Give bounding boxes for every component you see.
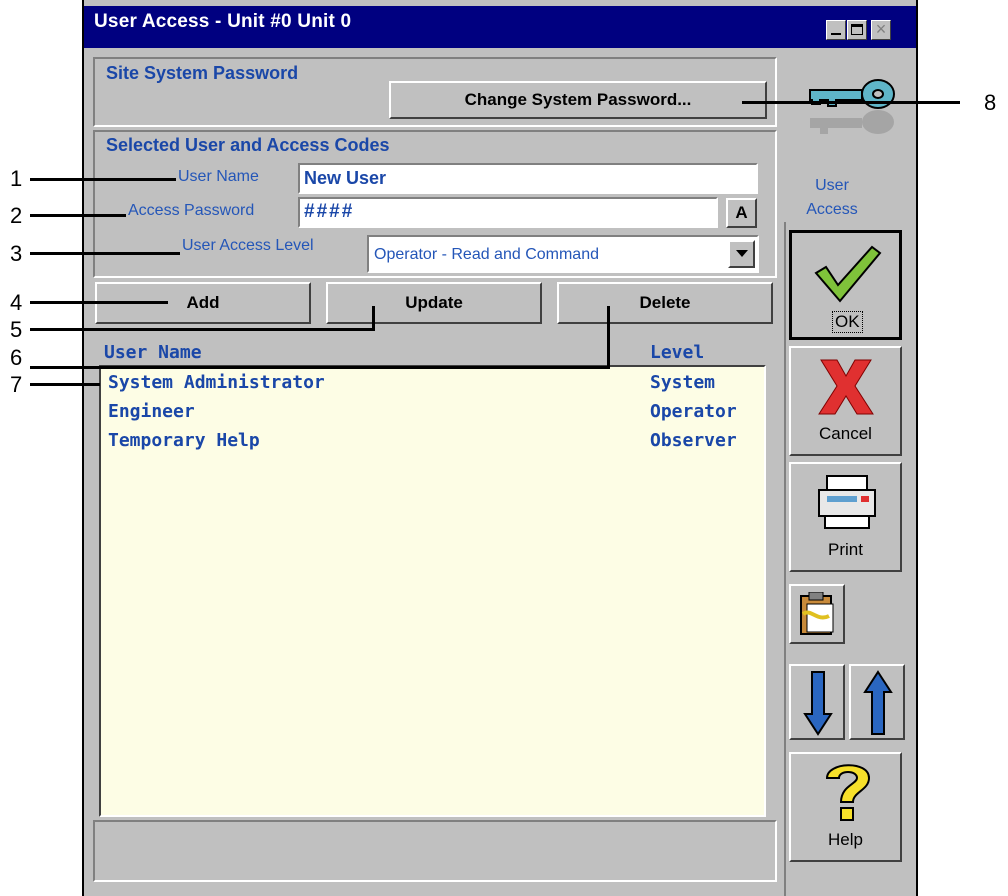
column-header-level: Level xyxy=(650,342,705,363)
password-keyboard-button[interactable]: A xyxy=(726,198,757,228)
arrow-up-icon xyxy=(863,670,893,735)
list-item-name[interactable]: Engineer xyxy=(108,401,195,422)
password-keyboard-label: A xyxy=(735,203,748,222)
access-password-value: #### xyxy=(304,201,355,222)
callout-1-line xyxy=(30,178,176,181)
callout-2-line xyxy=(30,214,126,217)
help-button[interactable]: Help xyxy=(789,752,902,862)
callout-8-line xyxy=(742,101,960,104)
print-button-label: Print xyxy=(828,540,863,559)
user-name-value: New User xyxy=(304,168,387,188)
close-icon: × xyxy=(875,19,887,39)
callout-5: 5 xyxy=(10,317,23,342)
ok-button[interactable]: OK xyxy=(789,230,902,340)
scroll-up-button[interactable] xyxy=(849,664,905,740)
dropdown-button[interactable] xyxy=(728,240,755,268)
callout-4-line xyxy=(30,301,168,304)
key-icon xyxy=(809,79,895,134)
minimize-icon xyxy=(831,33,841,35)
access-password-label: Access Password xyxy=(128,202,255,219)
user-name-label: User Name xyxy=(178,168,259,185)
user-access-level-select[interactable]: Operator - Read and Command xyxy=(367,235,759,273)
callout-2: 2 xyxy=(10,203,23,228)
callout-5-line xyxy=(30,328,375,331)
ok-button-label: OK xyxy=(832,311,863,333)
sidebar-title-line1: User xyxy=(815,177,849,194)
callout-7: 7 xyxy=(10,372,23,397)
change-system-password-label: Change System Password... xyxy=(464,90,692,109)
callout-7-line xyxy=(30,383,100,386)
sidebar-title: User Access xyxy=(784,174,880,222)
scroll-down-button[interactable] xyxy=(789,664,845,740)
site-password-heading: Site System Password xyxy=(106,63,299,83)
clipboard-icon xyxy=(800,592,834,635)
callout-6-line xyxy=(30,366,610,369)
column-header-user-name: User Name xyxy=(104,342,202,363)
selected-user-heading: Selected User and Access Codes xyxy=(106,135,390,155)
print-button[interactable]: Print xyxy=(789,462,902,572)
callout-3: 3 xyxy=(10,241,23,266)
printer-icon xyxy=(818,475,876,529)
callout-3-line xyxy=(30,252,180,255)
arrow-down-icon xyxy=(803,671,833,736)
change-system-password-button[interactable]: Change System Password... xyxy=(389,81,767,119)
list-item-level[interactable]: Observer xyxy=(650,430,737,451)
checkmark-icon xyxy=(814,245,882,303)
cancel-button-label: Cancel xyxy=(819,424,872,443)
list-item-name[interactable]: System Administrator xyxy=(108,372,325,393)
user-name-field[interactable]: New User xyxy=(298,163,758,194)
update-button[interactable]: Update xyxy=(326,282,542,324)
sidebar-title-line2: Access xyxy=(806,201,858,218)
cancel-button[interactable]: Cancel xyxy=(789,346,902,456)
access-password-field[interactable]: #### xyxy=(298,197,718,228)
close-x-icon xyxy=(818,359,874,415)
maximize-icon xyxy=(851,24,863,35)
callout-6-line-vertical xyxy=(607,306,610,369)
window-title: User Access - Unit #0 Unit 0 xyxy=(94,11,352,32)
list-item-level[interactable]: System xyxy=(650,372,715,393)
add-button-label: Add xyxy=(186,293,220,312)
close-button[interactable]: × xyxy=(871,20,891,40)
minimize-button[interactable] xyxy=(826,20,846,40)
list-item-level[interactable]: Operator xyxy=(650,401,737,422)
callout-6: 6 xyxy=(10,345,23,370)
list-item-name[interactable]: Temporary Help xyxy=(108,430,260,451)
callout-1: 1 xyxy=(10,166,23,191)
callout-5-line-vertical xyxy=(372,306,375,331)
status-bar xyxy=(93,820,777,882)
notes-button[interactable] xyxy=(789,584,845,644)
chevron-down-icon xyxy=(736,250,748,257)
user-access-level-value: Operator - Read and Command xyxy=(374,246,599,263)
callout-8: 8 xyxy=(984,90,997,115)
delete-button[interactable]: Delete xyxy=(557,282,773,324)
user-access-level-label: User Access Level xyxy=(182,237,314,254)
maximize-button[interactable] xyxy=(847,20,867,40)
question-mark-icon xyxy=(825,764,871,821)
user-list[interactable]: System Administrator System Engineer Ope… xyxy=(99,365,766,817)
update-button-label: Update xyxy=(405,293,463,312)
callout-4: 4 xyxy=(10,290,23,315)
delete-button-label: Delete xyxy=(639,293,691,312)
help-button-label: Help xyxy=(828,830,863,849)
